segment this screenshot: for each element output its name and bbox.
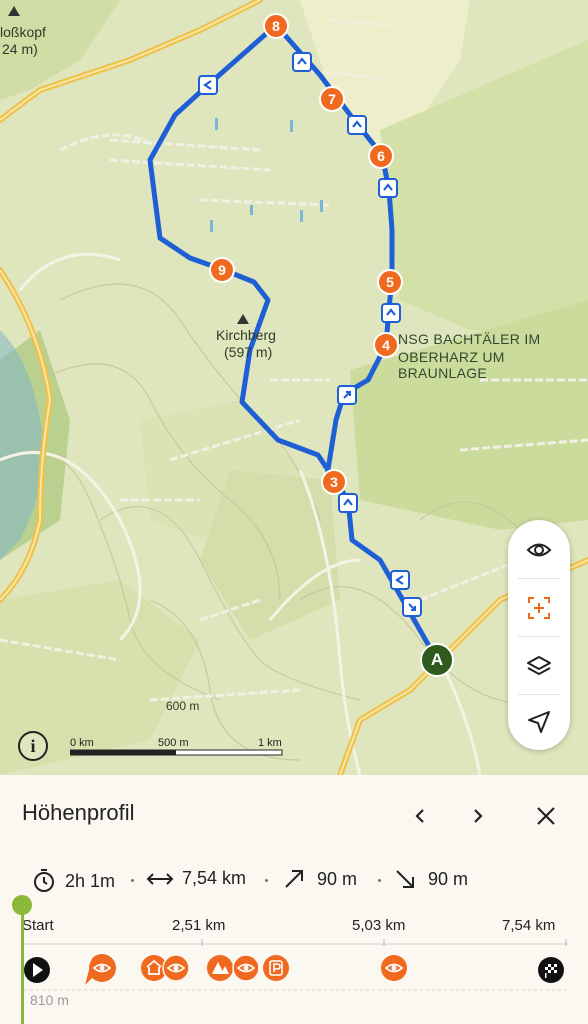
- tour-stats: 2h 1m 7,54 km 90 m 90 m: [0, 868, 588, 894]
- descent-arrow-icon: [396, 870, 414, 888]
- descent-value: 90 m: [428, 868, 469, 889]
- scale-label-zero: 0 km: [70, 737, 94, 749]
- waypoint-marker-5[interactable]: 5: [377, 269, 403, 295]
- viewpoint-icon: [232, 954, 260, 982]
- waypoint-marker-7[interactable]: 7: [319, 86, 345, 112]
- axis-label-km1: 2,51 km: [172, 917, 226, 934]
- chevron-right-icon: [474, 809, 483, 823]
- waypoint-marker-9[interactable]: 9: [209, 257, 235, 283]
- waypoint-marker-4[interactable]: 4: [373, 332, 399, 358]
- layers-icon: [527, 656, 551, 675]
- waypoint-marker-8[interactable]: 8: [263, 13, 289, 39]
- start-flag-icon: [24, 957, 50, 983]
- place-label-schlosskopf: loßkopf: [0, 24, 46, 40]
- locate-me-button[interactable]: [508, 694, 570, 750]
- duration-stat: 2h 1m: [31, 868, 115, 894]
- nature-reserve-label-line2: OBERHARZ UM BRAUNLAGE: [398, 349, 505, 381]
- locate-icon: [528, 711, 550, 733]
- ascent-value: 90 m: [317, 868, 358, 889]
- stopwatch-icon: [34, 869, 54, 892]
- map-layers-button[interactable]: [508, 638, 570, 694]
- scale-bar-graphic: [70, 749, 283, 756]
- finish-flag-icon: [538, 957, 564, 983]
- focus-icon: [528, 597, 550, 619]
- scale-label-mid: 500 m: [158, 737, 189, 749]
- place-label-kirchberg-elevation: (597 m): [224, 344, 273, 360]
- scale-label-end: 1 km: [258, 737, 282, 749]
- elevation-chart-area: [24, 989, 568, 991]
- contour-label: 600 m: [166, 699, 200, 713]
- distance-arrows-icon: [146, 872, 174, 885]
- slider-handle[interactable]: [12, 895, 32, 915]
- parking-icon: [263, 955, 289, 981]
- axis-label-km3: 7,54 km: [502, 917, 556, 934]
- chevron-left-icon: [415, 809, 424, 823]
- start-marker[interactable]: A: [420, 643, 454, 677]
- distance-stat: 7,54 km: [146, 868, 246, 889]
- viewpoint-icon: [381, 955, 407, 981]
- ascent-stat: 90 m: [283, 868, 357, 890]
- distance-value: 7,54 km: [182, 868, 247, 888]
- descent-stat: 90 m: [394, 868, 468, 890]
- ascent-arrow-icon: [285, 870, 303, 888]
- camp-icon: [207, 955, 233, 981]
- waypoint-marker-3[interactable]: 3: [321, 469, 347, 495]
- view-poi-button[interactable]: [508, 522, 570, 578]
- axis-label-km2: 5,03 km: [352, 917, 406, 934]
- start-marker-label: A: [430, 650, 444, 669]
- place-label-schlosskopf-elevation: 24 m): [2, 41, 38, 57]
- close-icon: [537, 807, 555, 825]
- focus-route-button[interactable]: [508, 580, 570, 636]
- map-canvas: [0, 0, 588, 775]
- nature-reserve-label: NSG BACHTÄLER IM: [398, 331, 541, 347]
- place-label-kirchberg: Kirchberg: [216, 327, 276, 343]
- axis-label-start: Start: [22, 917, 54, 934]
- waypoint-marker-6[interactable]: 6: [368, 143, 394, 169]
- elevation-max-label: 810 m: [30, 992, 69, 1008]
- map-controls: [508, 520, 570, 750]
- duration-value: 2h 1m: [65, 870, 116, 891]
- map-view[interactable]: loßkopf 24 m) Kirchberg (597 m) NSG BACH…: [0, 0, 588, 775]
- info-button[interactable]: i: [18, 731, 48, 761]
- close-button[interactable]: [528, 798, 564, 834]
- eye-icon: [526, 543, 552, 557]
- viewpoint-icon: [162, 954, 190, 982]
- previous-button[interactable]: [402, 798, 438, 834]
- panel-title: Höhenprofil: [22, 800, 135, 825]
- next-button[interactable]: [460, 798, 496, 834]
- info-icon: i: [30, 735, 36, 756]
